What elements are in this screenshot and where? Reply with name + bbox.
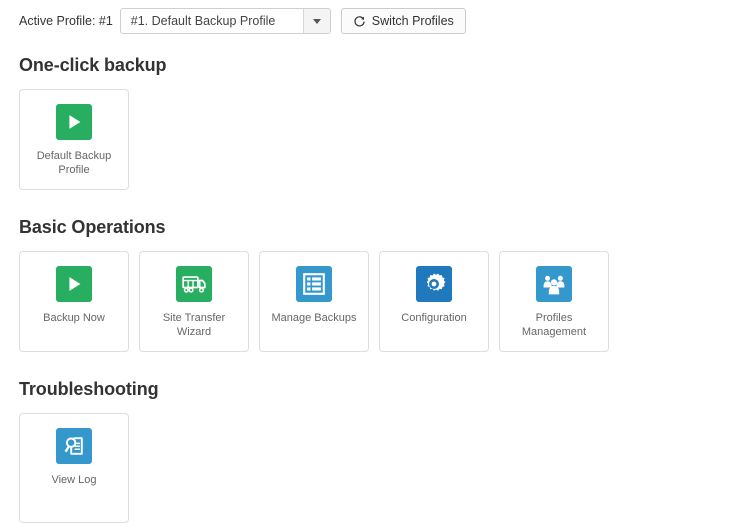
card-label: Configuration (401, 311, 466, 325)
refresh-icon (353, 15, 366, 28)
card-label: Site Transfer Wizard (146, 311, 242, 339)
profile-select-arrow-button[interactable] (303, 9, 330, 33)
card-default-backup-profile[interactable]: Default Backup Profile (19, 89, 129, 190)
card-label: View Log (51, 473, 96, 487)
card-label: Profiles Management (522, 311, 586, 339)
gear-icon (416, 266, 452, 302)
card-row-one-click-backup: Default Backup Profile (0, 89, 751, 190)
switch-profiles-label: Switch Profiles (372, 14, 454, 28)
card-backup-now[interactable]: Backup Now (19, 251, 129, 352)
profile-bar: Active Profile: #1 #1. Default Backup Pr… (0, 0, 751, 33)
chevron-down-icon (313, 19, 321, 24)
card-label: Backup Now (43, 311, 105, 325)
card-configuration[interactable]: Configuration (379, 251, 489, 352)
moving-truck-icon (176, 266, 212, 302)
card-manage-backups[interactable]: Manage Backups (259, 251, 369, 352)
play-icon (56, 104, 92, 140)
active-profile-label: Active Profile: #1 (19, 9, 113, 33)
active-profile-select[interactable]: #1. Default Backup Profile (120, 8, 331, 34)
section-title-basic-operations: Basic Operations (0, 217, 751, 238)
card-row-troubleshooting: View Log (0, 413, 751, 523)
section-title-one-click-backup: One-click backup (0, 55, 751, 76)
log-search-icon (56, 428, 92, 464)
active-profile-select-value[interactable]: #1. Default Backup Profile (121, 9, 303, 33)
card-view-log[interactable]: View Log (19, 413, 129, 523)
people-group-icon (536, 266, 572, 302)
card-profiles-management[interactable]: Profiles Management (499, 251, 609, 352)
card-site-transfer-wizard[interactable]: Site Transfer Wizard (139, 251, 249, 352)
card-label: Default Backup Profile (37, 149, 112, 177)
switch-profiles-button[interactable]: Switch Profiles (341, 8, 466, 34)
card-row-basic-operations: Backup Now Site Transfer Wizard (0, 251, 751, 352)
section-title-troubleshooting: Troubleshooting (0, 379, 751, 400)
play-icon (56, 266, 92, 302)
list-grid-icon (296, 266, 332, 302)
card-label: Manage Backups (272, 311, 357, 325)
